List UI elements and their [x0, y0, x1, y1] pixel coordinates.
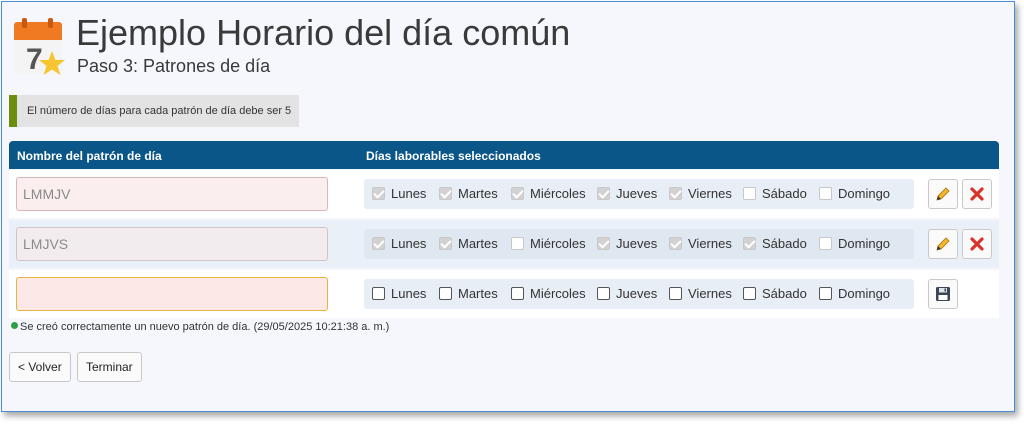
- day-option-martes[interactable]: Martes: [439, 186, 498, 201]
- x-icon: [970, 237, 984, 251]
- calendar-logo-icon: 7: [12, 18, 68, 80]
- checkbox-icon[interactable]: [743, 287, 756, 300]
- pattern-name-input[interactable]: [16, 227, 328, 261]
- day-option-sabado[interactable]: Sábado: [743, 236, 807, 251]
- checkbox-icon[interactable]: [819, 287, 832, 300]
- table-header: Nombre del patrón de día Días laborables…: [9, 141, 999, 169]
- day-option-sabado[interactable]: Sábado: [743, 186, 807, 201]
- day-option-jueves[interactable]: Jueves: [597, 236, 657, 251]
- checkbox-icon[interactable]: [439, 237, 452, 250]
- day-option-miercoles[interactable]: Miércoles: [511, 236, 586, 251]
- edit-button[interactable]: [928, 229, 958, 259]
- back-button[interactable]: < Volver: [9, 352, 71, 382]
- table-row: Lunes Martes Miércoles Jueves Viernes Sá…: [9, 170, 999, 218]
- checkbox-icon[interactable]: [819, 187, 832, 200]
- checkbox-icon[interactable]: [669, 187, 682, 200]
- day-option-lunes[interactable]: Lunes: [372, 186, 426, 201]
- column-header-days: Días laborables seleccionados: [366, 149, 541, 163]
- info-notice: El número de días para cada patrón de dí…: [9, 95, 299, 127]
- day-option-viernes[interactable]: Viernes: [669, 286, 732, 301]
- success-message: Se creó correctamente un nuevo patrón de…: [11, 321, 389, 333]
- delete-button[interactable]: [962, 229, 992, 259]
- checkbox-icon[interactable]: [819, 237, 832, 250]
- checkbox-icon[interactable]: [511, 237, 524, 250]
- day-option-lunes[interactable]: Lunes: [372, 286, 426, 301]
- delete-button[interactable]: [962, 179, 992, 209]
- checkbox-icon[interactable]: [597, 187, 610, 200]
- save-button[interactable]: [928, 279, 958, 309]
- checkbox-icon[interactable]: [372, 237, 385, 250]
- finish-button[interactable]: Terminar: [77, 352, 142, 382]
- day-option-domingo[interactable]: Domingo: [819, 186, 890, 201]
- days-group: Lunes Martes Miércoles Jueves Viernes Sá…: [364, 229, 914, 259]
- page-frame: 7 Ejemplo Horario del día común Paso 3: …: [1, 1, 1015, 412]
- edit-button[interactable]: [928, 179, 958, 209]
- day-option-martes[interactable]: Martes: [439, 286, 498, 301]
- checkbox-icon[interactable]: [439, 287, 452, 300]
- checkbox-icon[interactable]: [511, 287, 524, 300]
- day-option-lunes[interactable]: Lunes: [372, 236, 426, 251]
- checkbox-icon[interactable]: [597, 287, 610, 300]
- checkbox-icon[interactable]: [597, 237, 610, 250]
- day-option-domingo[interactable]: Domingo: [819, 286, 890, 301]
- days-group: Lunes Martes Miércoles Jueves Viernes Sá…: [364, 279, 914, 309]
- page-title: Ejemplo Horario del día común: [76, 12, 571, 53]
- day-option-domingo[interactable]: Domingo: [819, 236, 890, 251]
- pattern-name-input[interactable]: [16, 177, 328, 211]
- success-dot-icon: [11, 322, 18, 329]
- checkbox-icon[interactable]: [743, 237, 756, 250]
- day-option-jueves[interactable]: Jueves: [597, 186, 657, 201]
- checkbox-icon[interactable]: [511, 187, 524, 200]
- day-option-viernes[interactable]: Viernes: [669, 236, 732, 251]
- day-option-miercoles[interactable]: Miércoles: [511, 286, 586, 301]
- day-option-jueves[interactable]: Jueves: [597, 286, 657, 301]
- day-option-miercoles[interactable]: Miércoles: [511, 186, 586, 201]
- x-icon: [970, 187, 984, 201]
- pencil-icon: [936, 237, 950, 251]
- checkbox-icon[interactable]: [372, 187, 385, 200]
- pattern-name-input[interactable]: [16, 277, 328, 311]
- day-option-martes[interactable]: Martes: [439, 236, 498, 251]
- checkbox-icon[interactable]: [669, 237, 682, 250]
- table-row: Lunes Martes Miércoles Jueves Viernes Sá…: [9, 270, 999, 318]
- page-subtitle: Paso 3: Patrones de día: [77, 56, 271, 76]
- floppy-disk-icon: [936, 287, 950, 301]
- checkbox-icon[interactable]: [439, 187, 452, 200]
- pencil-icon: [936, 187, 950, 201]
- day-option-sabado[interactable]: Sábado: [743, 286, 807, 301]
- checkbox-icon[interactable]: [743, 187, 756, 200]
- day-option-viernes[interactable]: Viernes: [669, 186, 732, 201]
- table-row: Lunes Martes Miércoles Jueves Viernes Sá…: [9, 220, 999, 268]
- column-header-name: Nombre del patrón de día: [17, 149, 162, 163]
- checkbox-icon[interactable]: [372, 287, 385, 300]
- checkbox-icon[interactable]: [669, 287, 682, 300]
- logo-digit: 7: [26, 43, 43, 76]
- days-group: Lunes Martes Miércoles Jueves Viernes Sá…: [364, 179, 914, 209]
